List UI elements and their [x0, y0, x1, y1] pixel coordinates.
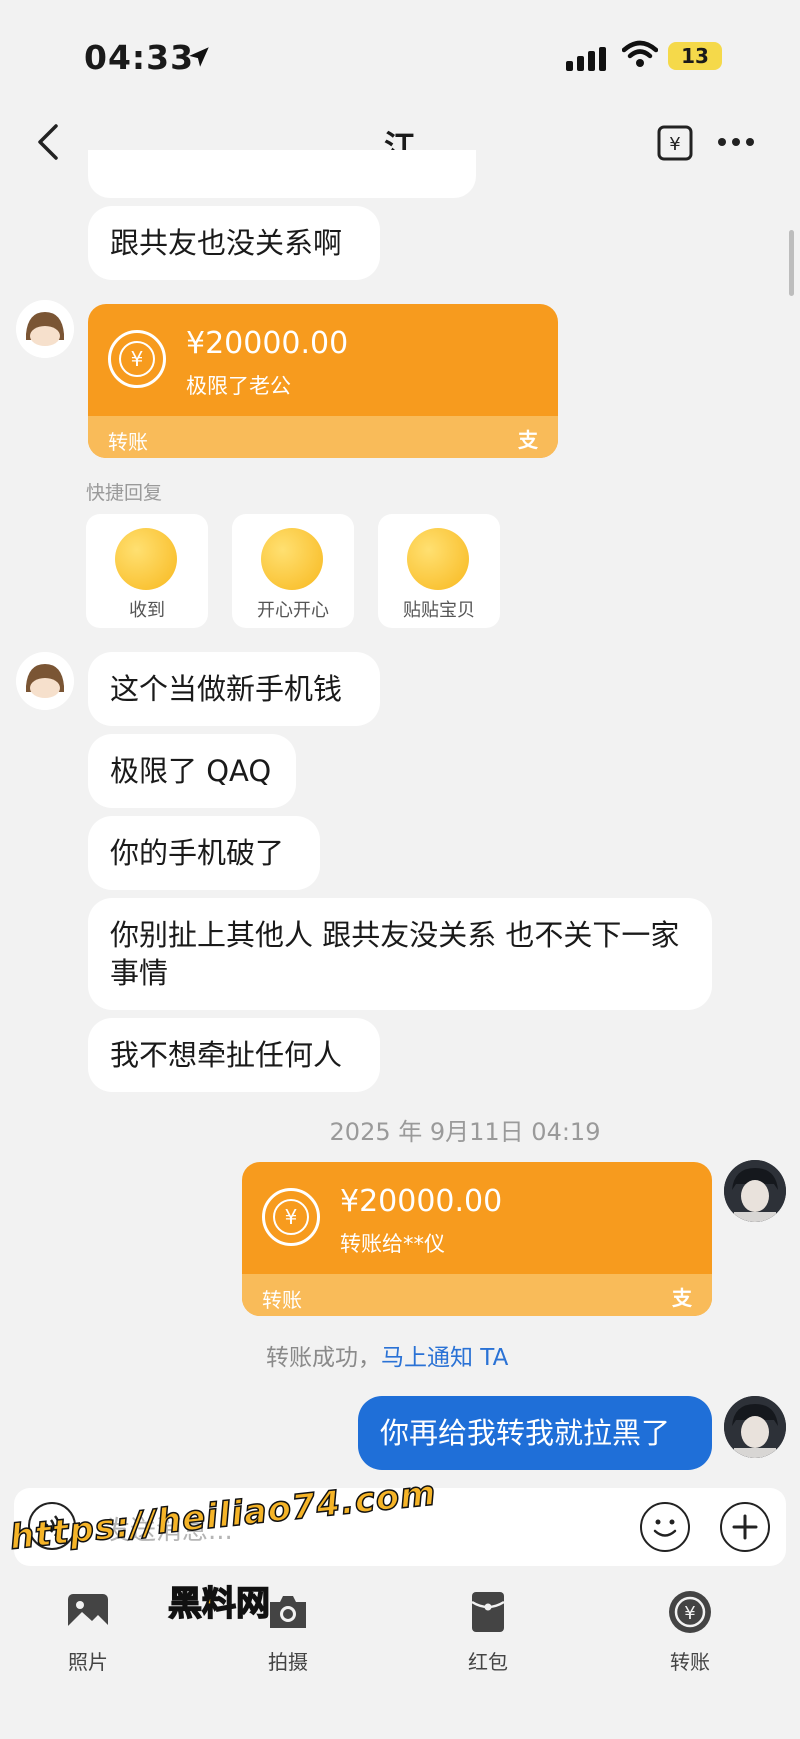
kiss-emoji-icon — [115, 528, 177, 590]
transfer-label: 转账 — [262, 1288, 302, 1312]
quick-reply-label: 收到 — [129, 600, 165, 621]
emoji-button[interactable] — [640, 1502, 690, 1552]
watermark-text: 黑料网 — [167, 1583, 271, 1625]
transfer-card-received[interactable]: ¥ ¥20000.00 极限了老公 转账 支 — [88, 304, 558, 458]
notify-link[interactable]: 马上通知 TA — [381, 1345, 508, 1371]
camera-icon — [264, 1588, 312, 1636]
quick-reply-cuddle[interactable]: 贴贴宝贝 — [378, 514, 500, 628]
wifi-icon — [621, 40, 659, 72]
message-bubble-partial — [88, 150, 476, 198]
toolbar-red-packet[interactable]: 红包 — [438, 1588, 538, 1675]
transfer-memo: 极限了老公 — [186, 374, 291, 398]
transfer-memo: 转账给**仪 — [340, 1232, 445, 1256]
message-bubble: 你别扯上其他人 跟共友没关系 也不关下一家事情 — [88, 898, 712, 1010]
quick-reply-title: 快捷回复 — [86, 482, 163, 504]
transfer-card-sent[interactable]: ¥ ¥20000.00 转账给**仪 转账 支 — [242, 1162, 712, 1316]
status-time: 04:33 — [84, 38, 195, 77]
svg-text:¥: ¥ — [669, 134, 680, 155]
contact-avatar[interactable] — [16, 300, 74, 358]
my-message-bubble: 你再给我转我就拉黑了 — [358, 1396, 712, 1470]
toolbar-label: 转账 — [670, 1650, 710, 1674]
svg-text:¥: ¥ — [684, 1603, 695, 1624]
cellular-signal-icon — [566, 47, 606, 71]
message-bubble: 我不想牵扯任何人 — [88, 1018, 380, 1092]
more-actions-button[interactable] — [720, 1502, 770, 1552]
transfer-records-icon[interactable]: ¥ — [656, 124, 694, 166]
message-bubble: 这个当做新手机钱 — [88, 652, 380, 726]
toolbar-label: 拍摄 — [268, 1650, 308, 1674]
message-timestamp: 2025 年 9月11日 04:19 — [329, 1118, 601, 1146]
transfer-coin-icon: ¥ — [108, 330, 166, 388]
transfer-status: 转账成功，马上通知 TA — [266, 1338, 508, 1372]
quick-reply-happy[interactable]: 开心开心 — [232, 514, 354, 628]
alipay-logo-icon: 支 — [672, 1286, 692, 1310]
toolbar-label: 照片 — [68, 1650, 108, 1674]
contact-avatar[interactable] — [16, 652, 74, 710]
more-options-icon[interactable] — [718, 138, 754, 146]
message-bubble: 你的手机破了 — [88, 816, 320, 890]
toolbar-photo[interactable]: 照片 — [38, 1588, 138, 1675]
message-bubble: 极限了 QAQ — [88, 734, 296, 808]
message-bubble: 跟共友也没关系啊 — [88, 206, 380, 280]
happy-emoji-icon — [261, 528, 323, 590]
transfer-success-text: 转账成功， — [266, 1345, 381, 1371]
location-arrow-icon — [186, 44, 212, 74]
photo-icon — [64, 1588, 112, 1636]
cuddle-emoji-icon — [407, 528, 469, 590]
transfer-icon: ¥ — [666, 1588, 714, 1636]
transfer-coin-icon: ¥ — [262, 1188, 320, 1246]
battery-indicator: 13 — [668, 42, 722, 70]
transfer-amount: ¥20000.00 — [340, 1184, 503, 1219]
my-avatar[interactable] — [724, 1396, 786, 1458]
quick-reply-label: 开心开心 — [257, 600, 329, 621]
quick-reply-label: 贴贴宝贝 — [403, 600, 475, 621]
my-avatar[interactable] — [724, 1160, 786, 1222]
transfer-label: 转账 — [108, 430, 148, 454]
transfer-amount: ¥20000.00 — [186, 326, 349, 361]
quick-reply-received[interactable]: 收到 — [86, 514, 208, 628]
red-packet-icon — [464, 1588, 512, 1636]
toolbar-label: 红包 — [468, 1650, 508, 1674]
toolbar-transfer[interactable]: ¥ 转账 — [640, 1588, 740, 1675]
alipay-logo-icon: 支 — [518, 428, 538, 452]
scrollbar[interactable] — [789, 230, 794, 296]
